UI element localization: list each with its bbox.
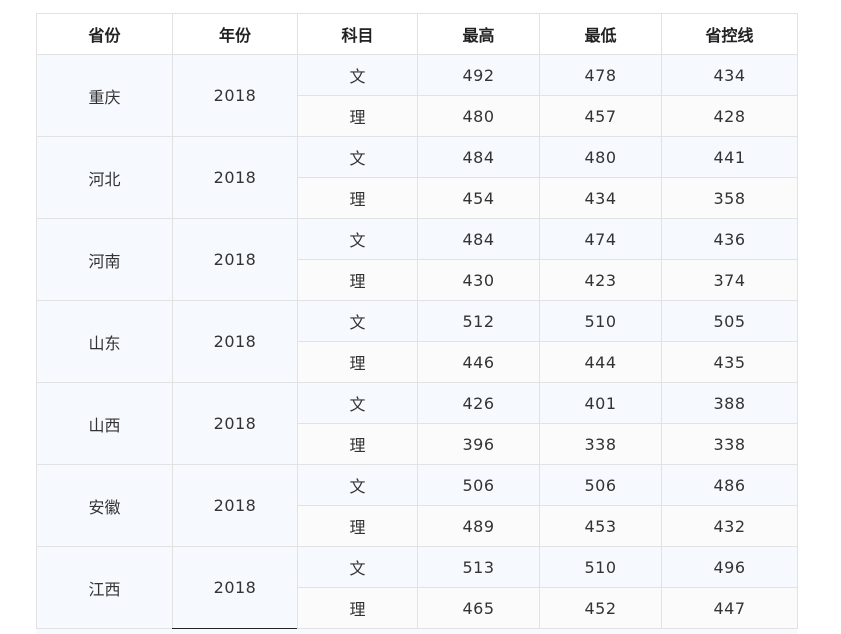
min-score-cell: 478 [539,54,662,96]
table-row: 山西 2018 文 426 401 388 [36,382,798,465]
table-row: 江西 2018 文 513 510 496 [36,546,798,629]
control-line-cell: 447 [661,587,798,629]
year-cell: 2018 [172,546,298,629]
control-line-cell: 374 [661,259,798,301]
subject-cell: 理 [297,177,418,219]
min-score-cell: 510 [539,546,662,588]
subject-cell: 文 [297,136,418,178]
province-cell: 河北 [36,136,173,219]
control-line-cell: 496 [661,546,798,588]
header-min: 最低 [539,13,662,55]
year-cell: 2018 [172,136,298,219]
subject-cell: 理 [297,505,418,547]
max-score-cell: 426 [417,382,540,424]
max-score-cell: 489 [417,505,540,547]
table-row: 河南 2018 文 484 474 436 [36,218,798,301]
header-year: 年份 [172,13,298,55]
header-province: 省份 [36,13,173,55]
subject-cell: 理 [297,95,418,137]
min-score-cell: 401 [539,382,662,424]
table-row: 河北 2018 文 484 480 441 [36,136,798,219]
max-score-cell: 512 [417,300,540,342]
subject-cell: 文 [297,546,418,588]
header-row: 省份 年份 科目 最高 最低 省控线 [36,13,798,55]
control-line-cell: 428 [661,95,798,137]
table-row: 安徽 2018 文 506 506 486 [36,464,798,547]
subject-cell: 文 [297,464,418,506]
year-cell: 2018 [172,218,298,301]
year-cell: 2018 [172,382,298,465]
subject-cell: 文 [297,300,418,342]
table-row: 重庆 2018 文 492 478 434 [36,54,798,137]
header-max: 最高 [417,13,540,55]
control-line-cell: 358 [661,177,798,219]
province-cell: 重庆 [36,54,173,137]
province-cell: 江西 [36,546,173,629]
max-score-cell: 454 [417,177,540,219]
min-score-cell: 480 [539,136,662,178]
min-score-cell: 510 [539,300,662,342]
max-score-cell: 465 [417,587,540,629]
subject-cell: 理 [297,423,418,465]
year-cell: 2018 [172,300,298,383]
province-cell: 河南 [36,218,173,301]
min-score-cell: 444 [539,341,662,383]
control-line-cell: 436 [661,218,798,260]
control-line-cell: 388 [661,382,798,424]
max-score-cell: 513 [417,546,540,588]
min-score-cell: 453 [539,505,662,547]
year-cell: 2018 [172,464,298,547]
max-score-cell: 484 [417,136,540,178]
province-cell: 山西 [36,382,173,465]
table-row: 山东 2018 文 512 510 505 [36,300,798,383]
province-cell: 安徽 [36,464,173,547]
control-line-cell: 505 [661,300,798,342]
table-header: 省份 年份 科目 最高 最低 省控线 [36,13,798,55]
control-line-cell: 434 [661,54,798,96]
score-table: 省份 年份 科目 最高 最低 省控线 重庆 2018 文 492 478 434 理 480 4… [36,13,798,629]
min-score-cell: 338 [539,423,662,465]
min-score-cell: 452 [539,587,662,629]
subject-cell: 理 [297,341,418,383]
control-line-cell: 432 [661,505,798,547]
max-score-cell: 480 [417,95,540,137]
max-score-cell: 430 [417,259,540,301]
control-line-cell: 338 [661,423,798,465]
control-line-cell: 435 [661,341,798,383]
max-score-cell: 396 [417,423,540,465]
year-divider [172,628,297,629]
header-subject: 科目 [297,13,418,55]
min-score-cell: 434 [539,177,662,219]
subject-cell: 理 [297,587,418,629]
min-score-cell: 423 [539,259,662,301]
subject-cell: 文 [297,54,418,96]
min-score-cell: 506 [539,464,662,506]
min-score-cell: 457 [539,95,662,137]
max-score-cell: 484 [417,218,540,260]
control-line-cell: 486 [661,464,798,506]
min-score-cell: 474 [539,218,662,260]
year-cell: 2018 [172,54,298,137]
max-score-cell: 446 [417,341,540,383]
subject-cell: 理 [297,259,418,301]
header-control-line: 省控线 [661,13,798,55]
max-score-cell: 506 [417,464,540,506]
table-body: 重庆 2018 文 492 478 434 理 480 457 428 河北 2018 文 484 480 4… [36,54,798,629]
subject-cell: 文 [297,218,418,260]
max-score-cell: 492 [417,54,540,96]
score-table-container: 省份 年份 科目 最高 最低 省控线 重庆 2018 文 492 478 434 理 480 4… [36,13,798,629]
control-line-cell: 441 [661,136,798,178]
next-row-partial [36,628,797,634]
province-cell: 山东 [36,300,173,383]
subject-cell: 文 [297,382,418,424]
